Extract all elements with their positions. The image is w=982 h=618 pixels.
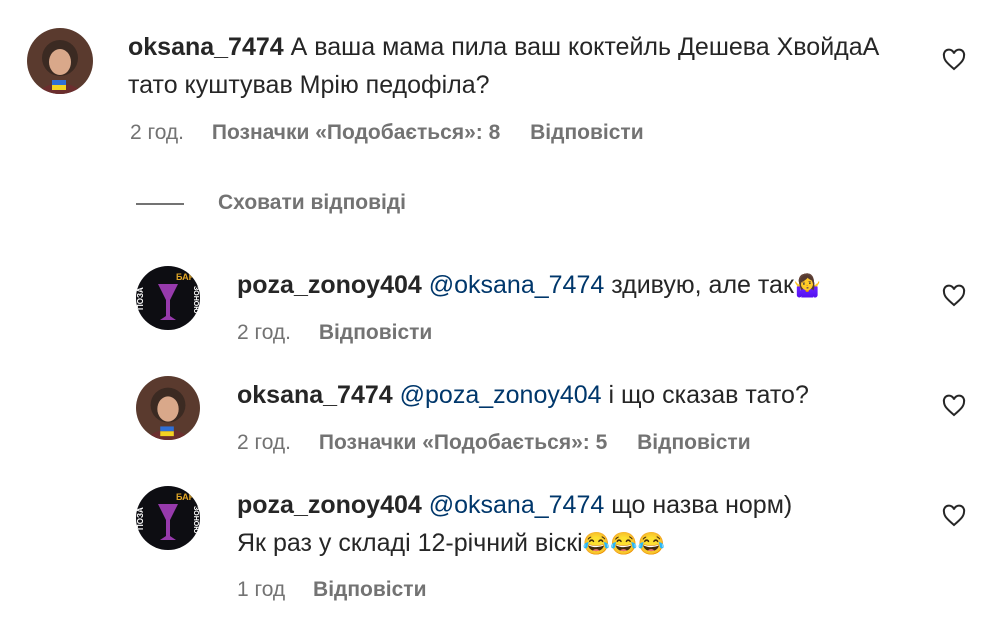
comment-meta: 2 год. Позначки «Подобається»: 5 Відпові… [237,431,751,455]
heart-icon[interactable] [942,504,966,528]
reply-button[interactable]: Відповісти [637,431,750,455]
comment-body: здивую, але так [611,271,794,299]
logo-text-left: ПОЗА [136,507,145,530]
logo-text-right: ЗОНОЮ [192,286,199,313]
comment-body: і що сказав тато? [608,381,809,409]
comment-body-line2: Як раз у складі 12-річний віскі [237,529,583,557]
reply-button[interactable]: Відповісти [313,578,426,602]
comment-mention[interactable]: @poza_zonoy404 [400,381,602,409]
comment-body: що назва норм) [611,491,793,519]
comment-meta: 2 год. Позначки «Подобається»: 8 Відпові… [130,121,644,145]
reply-button[interactable]: Відповісти [319,321,432,345]
comment-mention[interactable]: @oksana_7474 [429,271,605,299]
user-avatar-poza[interactable]: БАР ПОЗА ЗОНОЮ [136,266,200,330]
logo-text-top: БАР [176,492,195,502]
comment-text: poza_zonoy404 @oksana_7474 що назва норм… [237,486,917,563]
user-avatar-oksana[interactable] [27,28,93,94]
user-avatar-oksana[interactable] [136,376,200,440]
comment-time[interactable]: 1 год [237,578,285,602]
comment-time[interactable]: 2 год. [130,121,184,145]
comment-likes[interactable]: Позначки «Подобається»: 5 [319,431,607,455]
comment-emoji: 🤷‍♀️ [793,273,822,298]
comment-username[interactable]: oksana_7474 [237,381,393,409]
logo-text-left: ПОЗА [136,287,145,310]
comment-username[interactable]: oksana_7474 [128,33,284,61]
comment-likes[interactable]: Позначки «Подобається»: 8 [212,121,500,145]
comment-text: oksana_7474 @poza_zonoy404 і що сказав т… [237,376,917,414]
comment-meta: 1 год Відповісти [237,578,427,602]
heart-icon[interactable] [942,394,966,418]
reply-button[interactable]: Відповісти [530,121,643,145]
heart-icon[interactable] [942,284,966,308]
logo-text-top: БАР [176,272,195,282]
logo-text-right: ЗОНОЮ [192,506,199,533]
comment-mention[interactable]: @oksana_7474 [429,491,605,519]
comment-username[interactable]: poza_zonoy404 [237,271,422,299]
user-avatar-poza[interactable]: БАР ПОЗА ЗОНОЮ [136,486,200,550]
heart-icon[interactable] [942,48,966,72]
comment-text: poza_zonoy404 @oksana_7474 здивую, але т… [237,266,917,305]
comment-meta: 2 год. Відповісти [237,321,432,345]
comment-time[interactable]: 2 год. [237,321,291,345]
comment-emoji: 😂😂😂 [582,531,665,556]
divider-line [136,203,184,205]
hide-replies-button[interactable]: Сховати відповіді [218,191,406,215]
comment-time[interactable]: 2 год. [237,431,291,455]
comment-text: oksana_7474 А ваша мама пила ваш коктейл… [128,28,908,104]
comment-username[interactable]: poza_zonoy404 [237,491,422,519]
